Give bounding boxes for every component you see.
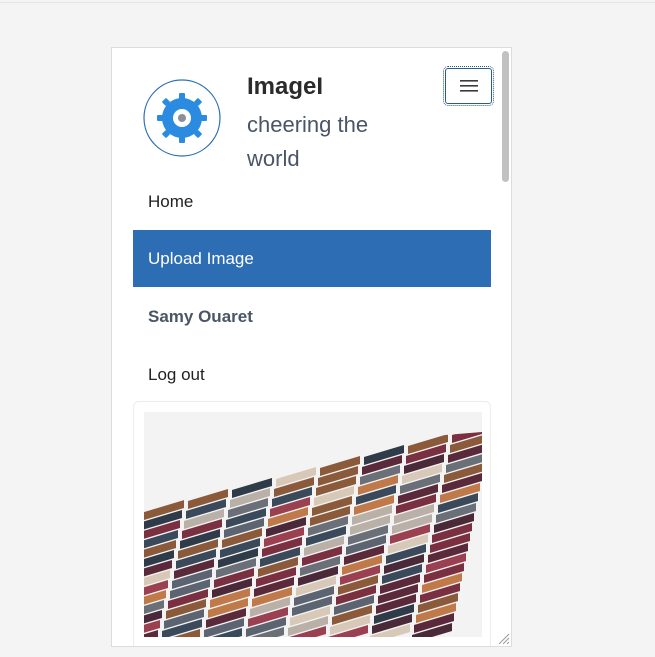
menu-toggle-button[interactable] [443,66,494,106]
card-photo[interactable] [144,412,482,637]
gear-logo-icon [143,79,221,157]
page-frame: ImageI cheering the world Home Upload Im… [111,47,512,647]
hamburger-icon [459,80,478,92]
building-facade-photo [144,412,482,637]
nav-item-user-name[interactable]: Samy Ouaret [133,287,491,347]
image-card [133,401,491,646]
main-nav: Home Upload Image Samy Ouaret Log out [133,174,491,403]
nav-item-home[interactable]: Home [133,174,491,230]
scrollbar-thumb[interactable] [502,51,509,182]
scrollbar-track[interactable] [499,48,511,646]
brand-logo[interactable] [142,78,222,158]
nav-item-upload-image[interactable]: Upload Image [133,230,491,287]
nav-item-log-out[interactable]: Log out [133,347,491,403]
resize-handle-icon[interactable] [496,631,510,645]
brand-title: ImageI [247,73,324,100]
top-strip [0,0,655,3]
brand-tagline: cheering the world [247,112,369,171]
